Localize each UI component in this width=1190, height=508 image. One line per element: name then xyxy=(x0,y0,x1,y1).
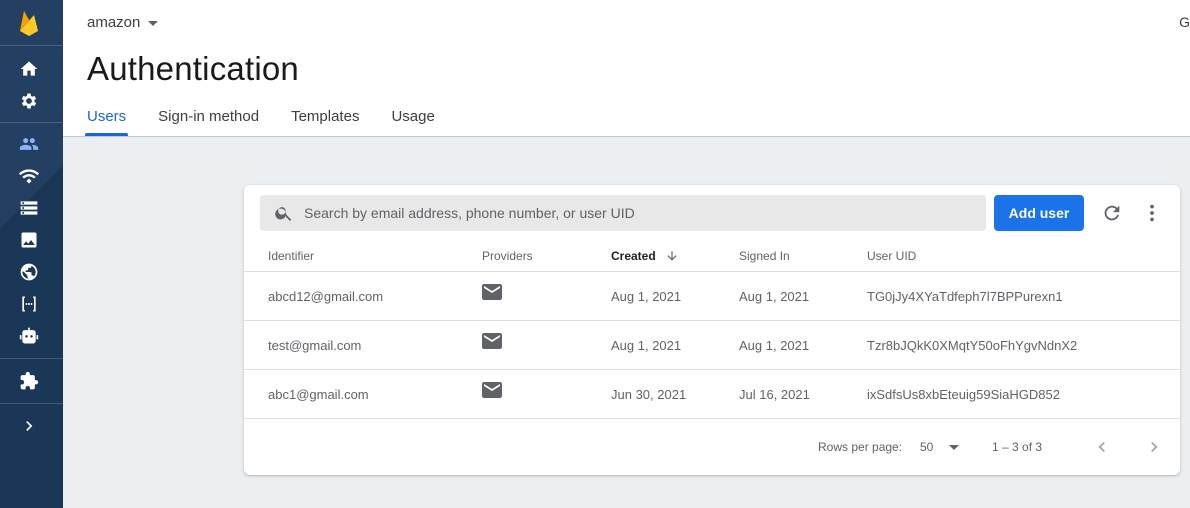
wifi-icon[interactable] xyxy=(19,166,39,186)
topright-link[interactable]: G xyxy=(1179,14,1190,30)
pagination-footer: Rows per page: 50 1 – 3 of 3 xyxy=(244,427,1180,467)
caret-down-icon xyxy=(148,21,159,26)
project-selector[interactable]: amazon xyxy=(87,14,159,31)
table-row[interactable]: abcd12@gmail.com Aug 1, 2021 Aug 1, 2021… xyxy=(244,272,1180,321)
page-header: amazon G Authentication Users Sign-in me… xyxy=(63,0,1190,137)
refresh-icon[interactable] xyxy=(1101,202,1123,224)
cell-user-uid: ixSdfsUs8xbEteuig59SiaHGD852 xyxy=(867,387,1060,402)
firebase-logo[interactable] xyxy=(17,9,41,37)
cell-signed-in: Jul 16, 2021 xyxy=(739,387,810,402)
cell-identifier: abc1@gmail.com xyxy=(268,387,369,402)
chevron-left-icon[interactable] xyxy=(1092,437,1112,457)
column-created-label: Created xyxy=(611,249,656,263)
functions-icon[interactable] xyxy=(19,294,39,314)
users-card: Add user Identifier Providers Created Si… xyxy=(244,185,1180,475)
cell-identifier: abcd12@gmail.com xyxy=(268,289,384,304)
rows-per-page-value: 50 xyxy=(920,440,934,454)
column-providers[interactable]: Providers xyxy=(482,249,533,263)
mail-icon xyxy=(482,284,502,300)
column-signed-in[interactable]: Signed In xyxy=(739,249,790,263)
tab-templates[interactable]: Templates xyxy=(291,108,359,135)
arrow-down-icon xyxy=(667,251,677,261)
search-icon xyxy=(274,203,294,223)
tab-sign-in-method[interactable]: Sign-in method xyxy=(158,108,259,135)
mail-icon xyxy=(482,333,502,349)
chevron-right-icon[interactable] xyxy=(1144,437,1164,457)
project-name: amazon xyxy=(87,14,141,31)
extensions-icon[interactable] xyxy=(19,371,39,391)
sidebar-divider xyxy=(0,403,63,404)
cell-signed-in: Aug 1, 2021 xyxy=(739,338,810,353)
home-icon[interactable] xyxy=(19,59,39,79)
rows-per-page-label: Rows per page: xyxy=(818,440,903,454)
mail-icon xyxy=(482,382,502,398)
caret-down-icon xyxy=(949,444,960,450)
cell-created: Jun 30, 2021 xyxy=(611,387,687,402)
users-icon[interactable] xyxy=(19,134,39,154)
tab-users[interactable]: Users xyxy=(87,108,126,135)
storage-icon[interactable] xyxy=(19,198,39,218)
search-bar[interactable] xyxy=(260,195,986,231)
sidebar-divider xyxy=(0,45,63,46)
cell-user-uid: TG0jJy4XYaTdfeph7l7BPPurexn1 xyxy=(867,289,1063,304)
cell-user-uid: Tzr8bJQkK0XMqtY50oFhYgvNdnX2 xyxy=(867,338,1078,353)
pagination-range: 1 – 3 of 3 xyxy=(992,440,1043,454)
robot-icon[interactable] xyxy=(19,326,39,346)
cell-created: Aug 1, 2021 xyxy=(611,338,682,353)
page-title: Authentication xyxy=(87,50,299,87)
sidebar-divider xyxy=(0,122,63,123)
cell-identifier: test@gmail.com xyxy=(268,338,362,353)
add-user-button[interactable]: Add user xyxy=(994,195,1084,231)
tab-bar: Users Sign-in method Templates Usage xyxy=(87,108,467,135)
cell-signed-in: Aug 1, 2021 xyxy=(739,289,810,304)
sidebar-divider xyxy=(0,358,63,359)
settings-icon[interactable] xyxy=(19,91,39,111)
column-created[interactable]: Created xyxy=(611,249,679,263)
chevron-right-icon[interactable] xyxy=(19,416,39,436)
more-vert-icon[interactable] xyxy=(1141,202,1163,224)
sidebar xyxy=(0,0,63,508)
header-divider xyxy=(63,136,1190,137)
globe-icon[interactable] xyxy=(19,262,39,282)
column-user-uid[interactable]: User UID xyxy=(867,249,916,263)
table-row[interactable]: abc1@gmail.com Jun 30, 2021 Jul 16, 2021… xyxy=(244,370,1180,419)
tab-usage[interactable]: Usage xyxy=(391,108,434,135)
column-identifier[interactable]: Identifier xyxy=(268,249,314,263)
table-row[interactable]: test@gmail.com Aug 1, 2021 Aug 1, 2021 T… xyxy=(244,321,1180,370)
image-icon[interactable] xyxy=(19,230,39,250)
table-header: Identifier Providers Created Signed In U… xyxy=(244,240,1180,272)
search-input[interactable] xyxy=(304,205,944,221)
rows-per-page-select[interactable]: 50 xyxy=(920,440,960,454)
cell-created: Aug 1, 2021 xyxy=(611,289,682,304)
